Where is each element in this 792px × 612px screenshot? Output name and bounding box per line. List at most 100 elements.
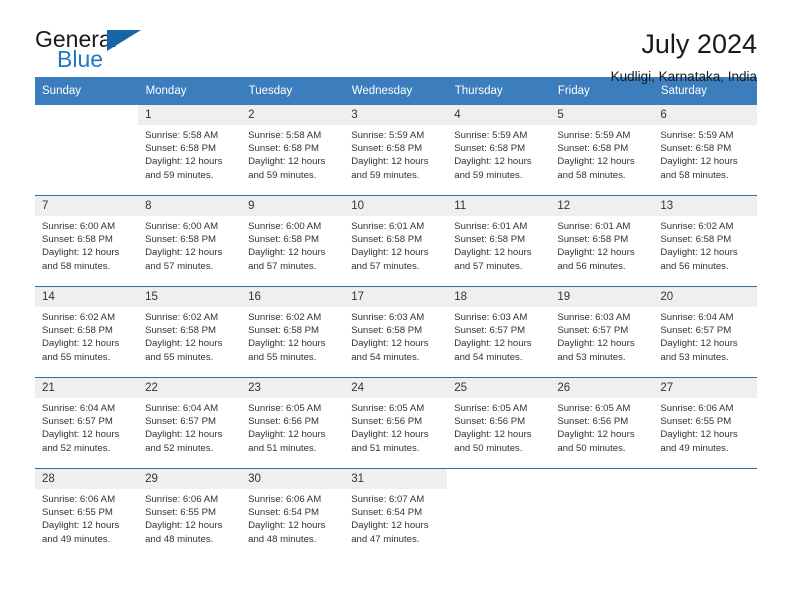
day-info: Sunrise: 6:01 AM Sunset: 6:58 PM Daylight:… bbox=[447, 216, 550, 273]
page-header: General Blue July 2024 Kudligi, Karnatak… bbox=[35, 0, 757, 84]
day-cell[interactable]: 8 Sunrise: 6:00 AM Sunset: 6:58 PM Daylight… bbox=[138, 195, 242, 287]
day-sunrise-text: Sunrise: 5:59 AM bbox=[660, 130, 734, 141]
day-number: 30 bbox=[241, 469, 345, 489]
day-sunrise-text: Sunrise: 5:58 AM bbox=[145, 130, 219, 141]
day-sunset-text: Sunset: 6:58 PM bbox=[660, 143, 732, 155]
day-cell[interactable]: 18 Sunrise: 6:03 AM Sunset: 6:57 PM Dayligh… bbox=[447, 286, 551, 378]
day-cell[interactable]: 2 Sunrise: 5:58 AM Sunset: 6:58 PM Daylight… bbox=[241, 105, 345, 196]
day-cell[interactable]: 31 Sunrise: 6:07 AM Sunset: 6:54 PM Dayligh… bbox=[344, 468, 448, 559]
day-daylight1-text: Daylight: 12 hours bbox=[145, 338, 223, 350]
day-sunset-text: Sunset: 6:58 PM bbox=[248, 234, 320, 246]
day-cell[interactable]: 21 Sunrise: 6:04 AM Sunset: 6:57 PM Dayligh… bbox=[35, 377, 139, 469]
day-cell[interactable]: 14 Sunrise: 6:02 AM Sunset: 6:58 PM Dayligh… bbox=[35, 286, 139, 378]
day-sunset-text: Sunset: 6:55 PM bbox=[145, 507, 216, 519]
day-cell[interactable]: 26 Sunrise: 6:05 AM Sunset: 6:56 PM Dayligh… bbox=[550, 377, 654, 469]
day-cell[interactable]: 6 Sunrise: 5:59 AM Sunset: 6:58 PM Daylight… bbox=[653, 105, 757, 196]
day-cell[interactable]: 3 Sunrise: 5:59 AM Sunset: 6:58 PM Daylight… bbox=[344, 105, 448, 196]
day-cell[interactable]: 5 Sunrise: 5:59 AM Sunset: 6:58 PM Daylight… bbox=[550, 105, 654, 196]
day-sunset-text: Sunset: 6:57 PM bbox=[42, 416, 113, 428]
weekday-header-wednesday: Wednesday bbox=[344, 77, 448, 105]
brand-logo[interactable]: General Blue bbox=[35, 28, 165, 84]
day-sunset-text: Sunset: 6:56 PM bbox=[248, 416, 320, 428]
day-number: 17 bbox=[344, 287, 448, 307]
calendar-week-row: 14 Sunrise: 6:02 AM Sunset: 6:58 PM Dayligh… bbox=[35, 286, 757, 378]
day-sunset-text: Sunset: 6:54 PM bbox=[351, 507, 423, 519]
day-info: Sunrise: 6:06 AM Sunset: 6:55 PM Daylight:… bbox=[35, 489, 138, 546]
day-cell[interactable]: 1 Sunrise: 5:58 AM Sunset: 6:58 PM Daylight… bbox=[138, 105, 242, 196]
day-sunset-text: Sunset: 6:56 PM bbox=[351, 416, 423, 428]
day-cell[interactable]: 20 Sunrise: 6:04 AM Sunset: 6:57 PM Dayligh… bbox=[653, 286, 757, 378]
day-daylight2-text: and 58 minutes. bbox=[557, 169, 626, 181]
day-sunset-text: Sunset: 6:57 PM bbox=[660, 325, 732, 337]
day-info: Sunrise: 6:02 AM Sunset: 6:58 PM Daylight:… bbox=[653, 216, 756, 273]
day-number bbox=[447, 469, 551, 489]
day-info: Sunrise: 6:07 AM Sunset: 6:54 PM Daylight:… bbox=[344, 489, 447, 546]
day-cell[interactable]: 4 Sunrise: 5:59 AM Sunset: 6:58 PM Daylight… bbox=[447, 105, 551, 196]
day-number: 11 bbox=[447, 196, 551, 216]
day-info: Sunrise: 6:01 AM Sunset: 6:58 PM Daylight:… bbox=[550, 216, 653, 273]
day-cell[interactable]: 16 Sunrise: 6:02 AM Sunset: 6:58 PM Dayligh… bbox=[241, 286, 345, 378]
day-info: Sunrise: 6:03 AM Sunset: 6:57 PM Daylight:… bbox=[550, 307, 653, 364]
day-info: Sunrise: 6:00 AM Sunset: 6:58 PM Daylight:… bbox=[138, 216, 241, 273]
day-sunset-text: Sunset: 6:57 PM bbox=[454, 325, 526, 337]
day-sunrise-text: Sunrise: 6:06 AM bbox=[42, 494, 116, 505]
day-sunrise-text: Sunrise: 6:01 AM bbox=[454, 221, 528, 232]
day-info: Sunrise: 5:58 AM Sunset: 6:58 PM Daylight:… bbox=[241, 125, 344, 182]
day-daylight2-text: and 55 minutes. bbox=[248, 351, 317, 363]
day-sunset-text: Sunset: 6:56 PM bbox=[557, 416, 629, 428]
day-info: Sunrise: 6:05 AM Sunset: 6:56 PM Daylight:… bbox=[550, 398, 653, 455]
day-daylight1-text: Daylight: 12 hours bbox=[248, 247, 326, 259]
day-info: Sunrise: 6:02 AM Sunset: 6:58 PM Daylight:… bbox=[138, 307, 241, 364]
day-daylight1-text: Daylight: 12 hours bbox=[454, 247, 532, 259]
day-sunrise-text: Sunrise: 6:04 AM bbox=[145, 403, 219, 414]
day-cell[interactable]: 13 Sunrise: 6:02 AM Sunset: 6:58 PM Dayligh… bbox=[653, 195, 757, 287]
day-cell[interactable]: 29 Sunrise: 6:06 AM Sunset: 6:55 PM Dayligh… bbox=[138, 468, 242, 559]
day-cell[interactable]: 24 Sunrise: 6:05 AM Sunset: 6:56 PM Dayligh… bbox=[344, 377, 448, 469]
day-daylight1-text: Daylight: 12 hours bbox=[351, 520, 429, 532]
day-daylight2-text: and 59 minutes. bbox=[351, 169, 420, 181]
day-cell[interactable]: 25 Sunrise: 6:05 AM Sunset: 6:56 PM Dayligh… bbox=[447, 377, 551, 469]
day-sunset-text: Sunset: 6:58 PM bbox=[248, 143, 320, 155]
day-daylight1-text: Daylight: 12 hours bbox=[145, 429, 223, 441]
day-number: 18 bbox=[447, 287, 551, 307]
triangle-icon bbox=[107, 30, 141, 51]
day-sunset-text: Sunset: 6:58 PM bbox=[660, 234, 732, 246]
day-number: 31 bbox=[344, 469, 448, 489]
day-cell[interactable]: 10 Sunrise: 6:01 AM Sunset: 6:58 PM Dayligh… bbox=[344, 195, 448, 287]
day-info: Sunrise: 5:58 AM Sunset: 6:58 PM Daylight:… bbox=[138, 125, 241, 182]
day-daylight1-text: Daylight: 12 hours bbox=[145, 520, 223, 532]
day-info: Sunrise: 6:04 AM Sunset: 6:57 PM Daylight:… bbox=[35, 398, 138, 455]
day-daylight1-text: Daylight: 12 hours bbox=[248, 338, 326, 350]
day-sunrise-text: Sunrise: 6:03 AM bbox=[454, 312, 528, 323]
day-daylight2-text: and 57 minutes. bbox=[248, 260, 317, 272]
day-daylight2-text: and 57 minutes. bbox=[454, 260, 523, 272]
day-number: 5 bbox=[550, 105, 654, 125]
day-cell[interactable]: 23 Sunrise: 6:05 AM Sunset: 6:56 PM Dayligh… bbox=[241, 377, 345, 469]
day-cell[interactable]: 12 Sunrise: 6:01 AM Sunset: 6:58 PM Dayligh… bbox=[550, 195, 654, 287]
day-sunset-text: Sunset: 6:58 PM bbox=[145, 325, 216, 337]
day-daylight2-text: and 50 minutes. bbox=[454, 442, 523, 454]
day-cell[interactable]: 15 Sunrise: 6:02 AM Sunset: 6:58 PM Dayligh… bbox=[138, 286, 242, 378]
day-cell[interactable]: 30 Sunrise: 6:06 AM Sunset: 6:54 PM Dayligh… bbox=[241, 468, 345, 559]
day-daylight1-text: Daylight: 12 hours bbox=[42, 520, 120, 532]
day-cell[interactable]: 27 Sunrise: 6:06 AM Sunset: 6:55 PM Dayligh… bbox=[653, 377, 757, 469]
day-sunrise-text: Sunrise: 6:05 AM bbox=[454, 403, 528, 414]
day-info: Sunrise: 6:00 AM Sunset: 6:58 PM Daylight:… bbox=[35, 216, 138, 273]
day-daylight1-text: Daylight: 12 hours bbox=[454, 156, 532, 168]
day-number: 28 bbox=[35, 469, 139, 489]
day-cell[interactable]: 17 Sunrise: 6:03 AM Sunset: 6:58 PM Dayligh… bbox=[344, 286, 448, 378]
day-daylight2-text: and 50 minutes. bbox=[557, 442, 626, 454]
day-cell[interactable]: 19 Sunrise: 6:03 AM Sunset: 6:57 PM Dayligh… bbox=[550, 286, 654, 378]
day-sunrise-text: Sunrise: 6:06 AM bbox=[248, 494, 322, 505]
day-cell[interactable]: 9 Sunrise: 6:00 AM Sunset: 6:58 PM Daylight… bbox=[241, 195, 345, 287]
day-daylight2-text: and 59 minutes. bbox=[454, 169, 523, 181]
day-sunset-text: Sunset: 6:58 PM bbox=[145, 143, 216, 155]
day-cell[interactable]: 22 Sunrise: 6:04 AM Sunset: 6:57 PM Dayligh… bbox=[138, 377, 242, 469]
day-daylight2-text: and 48 minutes. bbox=[145, 533, 214, 545]
day-sunrise-text: Sunrise: 6:02 AM bbox=[145, 312, 219, 323]
day-cell[interactable]: 28 Sunrise: 6:06 AM Sunset: 6:55 PM Dayligh… bbox=[35, 468, 139, 559]
day-cell[interactable]: 11 Sunrise: 6:01 AM Sunset: 6:58 PM Dayligh… bbox=[447, 195, 551, 287]
day-number: 25 bbox=[447, 378, 551, 398]
day-cell[interactable]: 7 Sunrise: 6:00 AM Sunset: 6:58 PM Daylight… bbox=[35, 195, 139, 287]
day-daylight1-text: Daylight: 12 hours bbox=[557, 429, 635, 441]
